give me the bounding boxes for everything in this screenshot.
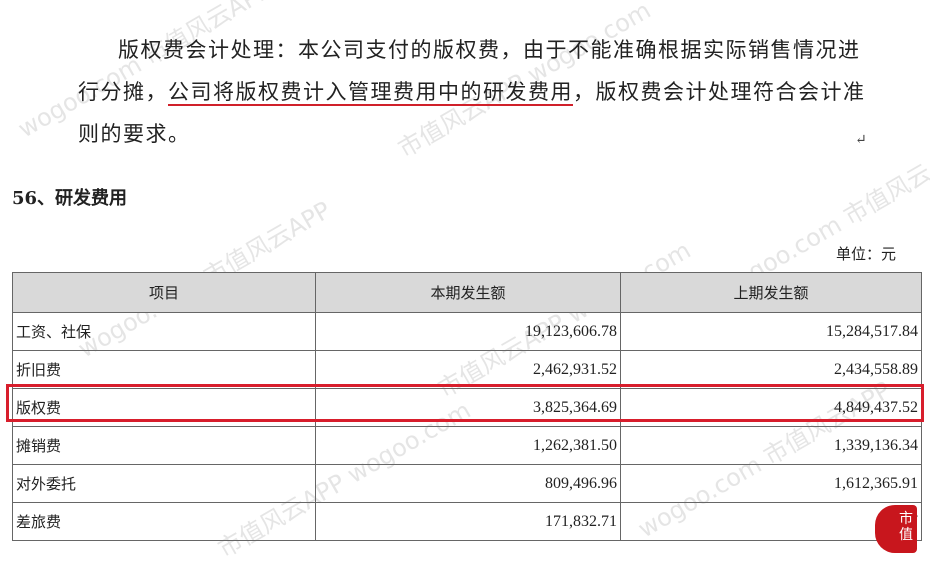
table-row: 摊销费 1,262,381.50 1,339,136.34 [12, 426, 922, 465]
table-row: 对外委托 809,496.96 1,612,365.91 [12, 464, 922, 503]
cell-item: 对外委托 [12, 464, 316, 503]
cell-previous: 1,339,136.34 [620, 426, 922, 465]
cell-item: 折旧费 [12, 350, 316, 389]
underlined-highlight-text: 公司将版权费计入管理费用中的研发费用 [168, 80, 573, 106]
unit-label: 单位：元 [836, 245, 897, 263]
return-mark-icon: ↵ [855, 132, 867, 148]
paragraph-text: ，版权费会计处理符合会计准 [573, 80, 866, 104]
paragraph-line-3: 则的要求。 [78, 122, 191, 146]
table-row: 折旧费 2,462,931.52 2,434,558.89 [12, 350, 922, 389]
cell-previous: 1,612,365.91 [620, 464, 922, 503]
cell-previous: 15,284,517.84 [620, 312, 922, 351]
table-row: 工资、社保 19,123,606.78 15,284,517.84 [12, 312, 922, 351]
cell-current: 1,262,381.50 [315, 426, 621, 465]
cell-current: 19,123,606.78 [315, 312, 621, 351]
section-title: 56、研发费用 [12, 188, 128, 209]
header-current: 本期发生额 [315, 272, 621, 313]
header-previous: 上期发生额 [620, 272, 922, 313]
cell-item: 差旅费 [12, 502, 316, 541]
paragraph-text: 行分摊， [78, 80, 168, 104]
table-row: 差旅费171,832.71117,7 [12, 502, 922, 541]
paragraph-line-1: 版权费会计处理：本公司支付的版权费，由于不能准确根据实际销售情况进 [118, 38, 861, 62]
cell-current: 171,832.71 [315, 502, 621, 541]
cell-item: 摊销费 [12, 426, 316, 465]
header-item: 项目 [12, 272, 316, 313]
cell-current: 809,496.96 [315, 464, 621, 503]
highlight-box [6, 384, 924, 422]
logo: 市值 [875, 505, 917, 553]
table-header-row: 项目 本期发生额 上期发生额 [12, 272, 922, 313]
cell-item: 工资、社保 [12, 312, 316, 351]
cell-current: 2,462,931.52 [315, 350, 621, 389]
cell-previous: 2,434,558.89 [620, 350, 922, 389]
paragraph-line-2: 行分摊，公司将版权费计入管理费用中的研发费用，版权费会计处理符合会计准 [78, 76, 866, 106]
